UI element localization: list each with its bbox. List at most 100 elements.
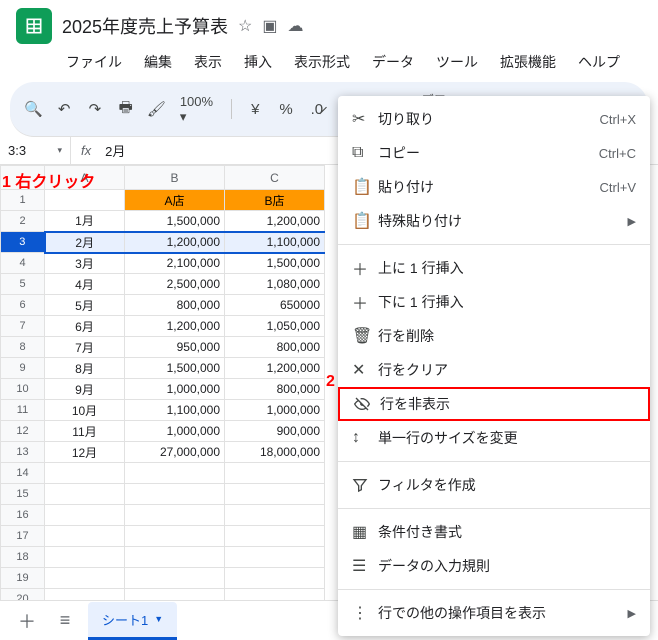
cell[interactable] [45,568,125,589]
ctx-insert-below[interactable]: ＋ 下に 1 行挿入 [338,285,650,319]
row-header-4[interactable]: 4 [1,253,45,274]
cell[interactable] [45,484,125,505]
cell[interactable]: 4月 [45,274,125,295]
ctx-create-filter[interactable]: フィルタを作成 [338,468,650,502]
cell[interactable]: 1,500,000 [125,358,225,379]
cell[interactable] [125,484,225,505]
ctx-cut[interactable]: ✂ 切り取り Ctrl+X [338,102,650,136]
cell[interactable]: 1,200,000 [125,316,225,337]
all-sheets-button[interactable]: ≡ [50,606,80,636]
cell[interactable]: 10月 [45,400,125,421]
menu-format[interactable]: 表示形式 [292,48,352,76]
cell[interactable]: 18,000,000 [225,442,325,463]
row-header-17[interactable]: 17 [1,526,45,547]
cell[interactable] [125,547,225,568]
cell[interactable]: 1,100,000 [125,400,225,421]
cell[interactable] [45,463,125,484]
cell[interactable] [225,526,325,547]
star-icon[interactable]: ☆ [238,16,252,36]
cell[interactable] [225,568,325,589]
cell[interactable]: 8月 [45,358,125,379]
row-header-8[interactable]: 8 [1,337,45,358]
move-icon[interactable]: ▣ [262,16,277,36]
cell[interactable]: 1,000,000 [225,400,325,421]
row-header-10[interactable]: 10 [1,379,45,400]
cell[interactable]: 1,200,000 [225,358,325,379]
cell[interactable]: 1,200,000 [225,211,325,232]
row-header-15[interactable]: 15 [1,484,45,505]
cell[interactable]: 800,000 [225,379,325,400]
row-header-1[interactable]: 1 [1,190,45,211]
row-header-12[interactable]: 12 [1,421,45,442]
cell[interactable]: 1,100,000 [225,232,325,253]
cell[interactable] [45,190,125,211]
ctx-delete-row[interactable]: 🗑 行を削除 [338,319,650,353]
cell[interactable]: 5月 [45,295,125,316]
row-header-2[interactable]: 2 [1,211,45,232]
cell[interactable]: 1月 [45,211,125,232]
ctx-resize-row[interactable]: ↕ 単一行のサイズを変更 [338,421,650,455]
sheets-logo[interactable] [16,8,52,44]
row-header-3[interactable]: 3 [1,232,45,253]
row-header-18[interactable]: 18 [1,547,45,568]
paint-format-icon[interactable]: 🖌 [145,95,168,123]
currency-yen-icon[interactable]: ¥ [244,95,267,123]
cell[interactable]: 1,000,000 [125,379,225,400]
menu-help[interactable]: ヘルプ [576,48,622,76]
search-icon[interactable]: 🔍 [22,95,45,123]
menu-insert[interactable]: 挿入 [242,48,274,76]
row-header-9[interactable]: 9 [1,358,45,379]
row-header-14[interactable]: 14 [1,463,45,484]
cell[interactable]: 11月 [45,421,125,442]
undo-icon[interactable]: ↶ [53,95,76,123]
cell[interactable] [225,547,325,568]
cell[interactable]: A店 [125,190,225,211]
cell[interactable]: 1,500,000 [125,211,225,232]
cell[interactable]: 800,000 [125,295,225,316]
ctx-clear-row[interactable]: ✕ 行をクリア [338,353,650,387]
percent-icon[interactable]: % [275,95,298,123]
cell[interactable]: 3月 [45,253,125,274]
zoom-dropdown[interactable]: 100% ▾ [176,94,219,125]
cell[interactable]: 650000 [225,295,325,316]
column-header-B[interactable]: B [125,166,225,190]
ctx-insert-above[interactable]: ＋ 上に 1 行挿入 [338,251,650,285]
cell[interactable]: B店 [225,190,325,211]
row-header-6[interactable]: 6 [1,295,45,316]
cell[interactable] [125,526,225,547]
cell[interactable]: 6月 [45,316,125,337]
cell[interactable] [125,505,225,526]
column-header-C[interactable]: C [225,166,325,190]
name-box[interactable]: 3:3 [0,143,70,158]
cell[interactable]: 27,000,000 [125,442,225,463]
row-header-13[interactable]: 13 [1,442,45,463]
add-sheet-button[interactable]: ＋ [12,606,42,636]
cell[interactable]: 12月 [45,442,125,463]
cell[interactable]: 2,100,000 [125,253,225,274]
menu-view[interactable]: 表示 [192,48,224,76]
cell[interactable]: 1,000,000 [125,421,225,442]
cell[interactable]: 900,000 [225,421,325,442]
cell[interactable] [225,484,325,505]
cell[interactable]: 2月 [45,232,125,253]
cell[interactable] [45,547,125,568]
cell[interactable]: 1,050,000 [225,316,325,337]
sheet-tab-1[interactable]: シート1▼ [88,602,177,640]
ctx-copy[interactable]: ⧉ コピー Ctrl+C [338,136,650,170]
cloud-icon[interactable]: ☁ [288,16,304,36]
menu-tools[interactable]: ツール [434,48,480,76]
cell[interactable]: 800,000 [225,337,325,358]
cell[interactable] [225,463,325,484]
decrease-decimal-icon[interactable]: .0̷ [305,95,328,123]
ctx-data-validation[interactable]: ☰ データの入力規則 [338,549,650,583]
cell[interactable]: 2,500,000 [125,274,225,295]
cell[interactable]: 7月 [45,337,125,358]
cell[interactable] [125,568,225,589]
cell[interactable]: 950,000 [125,337,225,358]
print-icon[interactable]: 🖶 [114,95,137,123]
ctx-hide-row[interactable]: 行を非表示 [338,387,650,421]
document-title[interactable]: 2025年度売上予算表 [62,13,228,39]
cell[interactable] [125,463,225,484]
formula-input[interactable]: 2月 [101,141,125,160]
cell[interactable] [45,526,125,547]
